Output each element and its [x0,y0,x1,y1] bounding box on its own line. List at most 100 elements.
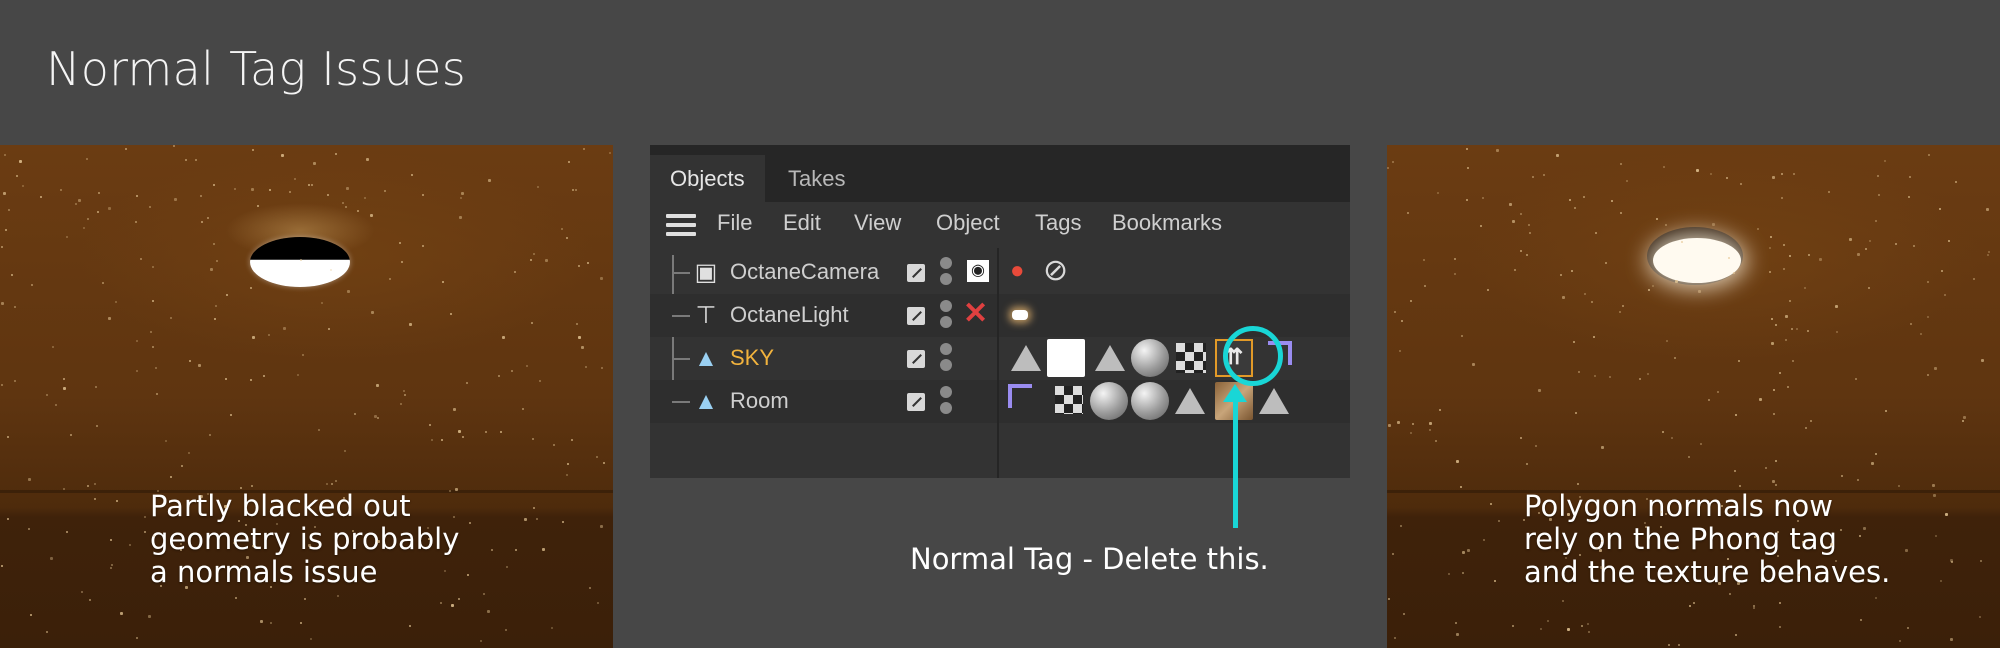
noise-speck [1567,628,1570,631]
edit-icon[interactable] [907,393,925,411]
noise-speck [225,378,227,380]
object-name[interactable]: Room [730,388,789,414]
noise-speck [198,364,201,367]
noise-speck [1905,549,1908,552]
visibility-dot-editor[interactable] [940,300,952,312]
edit-icon[interactable] [907,350,925,368]
noise-speck [1737,582,1740,585]
visibility-dot-render[interactable] [940,316,952,328]
noise-speck [335,153,337,155]
noise-speck [263,375,265,377]
noise-speck [431,439,433,441]
object-name[interactable]: OctaneLight [730,302,849,328]
noise-speck [1512,625,1514,627]
octane-camera-tag-icon[interactable]: ● [1010,257,1025,285]
menu-tags[interactable]: Tags [1035,210,1081,236]
visibility-dot-editor[interactable] [940,386,952,398]
noise-speck [1871,462,1874,465]
noise-speck [245,524,247,526]
phong-tag-icon[interactable] [1007,339,1045,377]
target-tag-icon[interactable]: ◉ [967,260,989,282]
noise-speck [370,214,373,217]
light-tag-icon[interactable] [1012,310,1028,320]
edit-icon[interactable] [907,264,925,282]
uvw-tag-icon[interactable] [1055,386,1083,414]
noise-speck [537,186,539,188]
material-tag-icon[interactable] [1131,339,1169,377]
noise-speck [310,638,312,640]
noise-speck [87,485,89,487]
noise-speck [371,311,374,314]
noise-speck [83,227,85,229]
noise-speck [1950,638,1953,641]
noise-speck [357,210,359,212]
noise-speck [241,565,243,567]
noise-speck [530,259,532,261]
material-tag-icon[interactable] [1090,382,1128,420]
menu-view[interactable]: View [854,210,901,236]
noise-speck [1526,254,1528,256]
noise-speck [1573,341,1575,343]
visibility-dot-render[interactable] [940,359,952,371]
noise-speck [403,390,405,392]
visibility-dot-render[interactable] [940,402,952,414]
phong-tag-icon[interactable] [1171,382,1209,420]
noise-speck [136,370,138,372]
noise-speck [1496,149,1499,152]
noise-speck [308,544,311,547]
object-name[interactable]: SKY [730,345,774,371]
object-name[interactable]: OctaneCamera [730,259,879,285]
uvw-tag-icon[interactable] [1176,343,1206,373]
noise-speck [30,614,32,616]
compositing-tag-icon[interactable]: ⊘ [1043,253,1068,288]
noise-speck [1668,644,1670,646]
noise-speck [1857,253,1860,256]
noise-speck [238,520,240,522]
phong-tag-icon[interactable] [1091,339,1129,377]
menu-object[interactable]: Object [936,210,1000,236]
menu-edit[interactable]: Edit [783,210,821,236]
noise-speck [1645,526,1647,528]
noise-speck [1456,460,1459,463]
noise-speck [1560,274,1562,276]
noise-speck [498,375,500,377]
noise-speck [1412,423,1414,425]
noise-speck [1581,625,1583,627]
noise-speck [165,440,167,442]
phong-tag-icon[interactable] [1255,382,1293,420]
noise-speck [1733,272,1735,274]
noise-speck [321,302,323,304]
noise-speck [1836,331,1838,333]
texture-tag-icon[interactable] [1047,339,1085,377]
noise-speck [515,549,517,551]
noise-speck [533,507,535,509]
tab-objects[interactable]: Objects [650,155,765,202]
noise-speck [1787,386,1789,388]
noise-speck [1777,531,1779,533]
hamburger-menu-icon[interactable] [666,214,696,236]
noise-speck [252,336,255,339]
noise-speck [160,585,162,587]
disabled-x-icon[interactable]: ✕ [963,296,988,331]
noise-speck [462,436,464,438]
noise-speck [14,306,16,308]
noise-speck [1855,378,1857,380]
object-row-octanecamera[interactable]: ▣ OctaneCamera ◉ ● ⊘ [650,251,1350,294]
edit-icon[interactable] [907,307,925,325]
noise-speck [1,384,3,386]
noise-speck [551,627,553,629]
tab-takes[interactable]: Takes [768,155,865,202]
visibility-dot-render[interactable] [940,273,952,285]
visibility-dot-editor[interactable] [940,257,952,269]
noise-speck [1681,241,1683,243]
material-tag-icon[interactable] [1131,382,1169,420]
selection-tag-icon[interactable] [1002,378,1040,416]
menu-file[interactable]: File [717,210,752,236]
noise-speck [207,217,209,219]
noise-speck [129,544,131,546]
visibility-dot-editor[interactable] [940,343,952,355]
noise-speck [251,485,253,487]
menu-bookmarks[interactable]: Bookmarks [1112,210,1222,236]
noise-speck [200,195,202,197]
noise-speck [427,527,429,529]
